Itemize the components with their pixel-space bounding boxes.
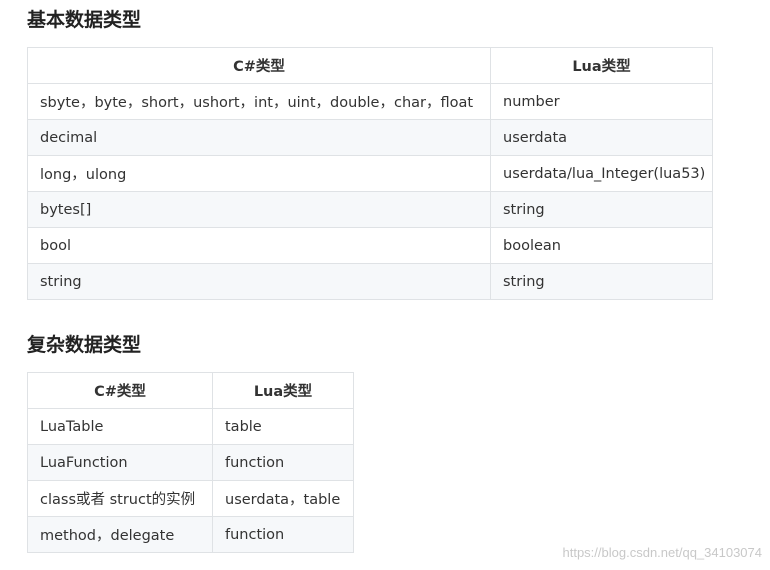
basic-types-table: C#类型 Lua类型 sbyte，byte，short，ushort，int，u… xyxy=(27,47,713,300)
csharp-type-cell: bytes[] xyxy=(27,191,491,228)
csharp-type-cell: decimal xyxy=(27,119,491,156)
csharp-type-cell: sbyte，byte，short，ushort，int，uint，double，… xyxy=(27,83,491,120)
column-header-lua-type: Lua类型 xyxy=(490,47,713,84)
csharp-type-cell: method，delegate xyxy=(27,516,213,553)
csharp-type-cell: class或者 struct的实例 xyxy=(27,480,213,517)
table-row: sbyte，byte，short，ushort，int，uint，double，… xyxy=(27,83,713,120)
lua-type-cell: string xyxy=(490,263,713,300)
lua-type-cell: string xyxy=(490,191,713,228)
watermark: https://blog.csdn.net/qq_34103074 xyxy=(562,545,763,560)
table-header-row: C#类型 Lua类型 xyxy=(27,47,713,84)
table-row: LuaFunction function xyxy=(27,444,354,481)
table-row: long，ulong userdata/lua_Integer(lua53) xyxy=(27,155,713,192)
table-row: method，delegate function xyxy=(27,516,354,553)
table-row: LuaTable table xyxy=(27,408,354,445)
table-row: decimal userdata xyxy=(27,119,713,156)
lua-type-cell: userdata/lua_Integer(lua53) xyxy=(490,155,713,192)
lua-type-cell: table xyxy=(212,408,354,445)
column-header-lua-type: Lua类型 xyxy=(212,372,354,409)
lua-type-cell: userdata，table xyxy=(212,480,354,517)
table-row: class或者 struct的实例 userdata，table xyxy=(27,480,354,517)
table-row: bytes[] string xyxy=(27,191,713,228)
csharp-type-cell: LuaFunction xyxy=(27,444,213,481)
lua-type-cell: function xyxy=(212,516,354,553)
csharp-type-cell: bool xyxy=(27,227,491,264)
lua-type-cell: boolean xyxy=(490,227,713,264)
table-header-row: C#类型 Lua类型 xyxy=(27,372,354,409)
csharp-type-cell: long，ulong xyxy=(27,155,491,192)
csharp-type-cell: string xyxy=(27,263,491,300)
column-header-csharp-type: C#类型 xyxy=(27,47,491,84)
lua-type-cell: number xyxy=(490,83,713,120)
section-heading-basic-types: 基本数据类型 xyxy=(27,9,142,31)
table-row: bool boolean xyxy=(27,227,713,264)
csharp-type-cell: LuaTable xyxy=(27,408,213,445)
complex-types-table: C#类型 Lua类型 LuaTable table LuaFunction fu… xyxy=(27,372,354,553)
lua-type-cell: function xyxy=(212,444,354,481)
table-row: string string xyxy=(27,263,713,300)
section-heading-complex-types: 复杂数据类型 xyxy=(27,334,142,356)
lua-type-cell: userdata xyxy=(490,119,713,156)
column-header-csharp-type: C#类型 xyxy=(27,372,213,409)
